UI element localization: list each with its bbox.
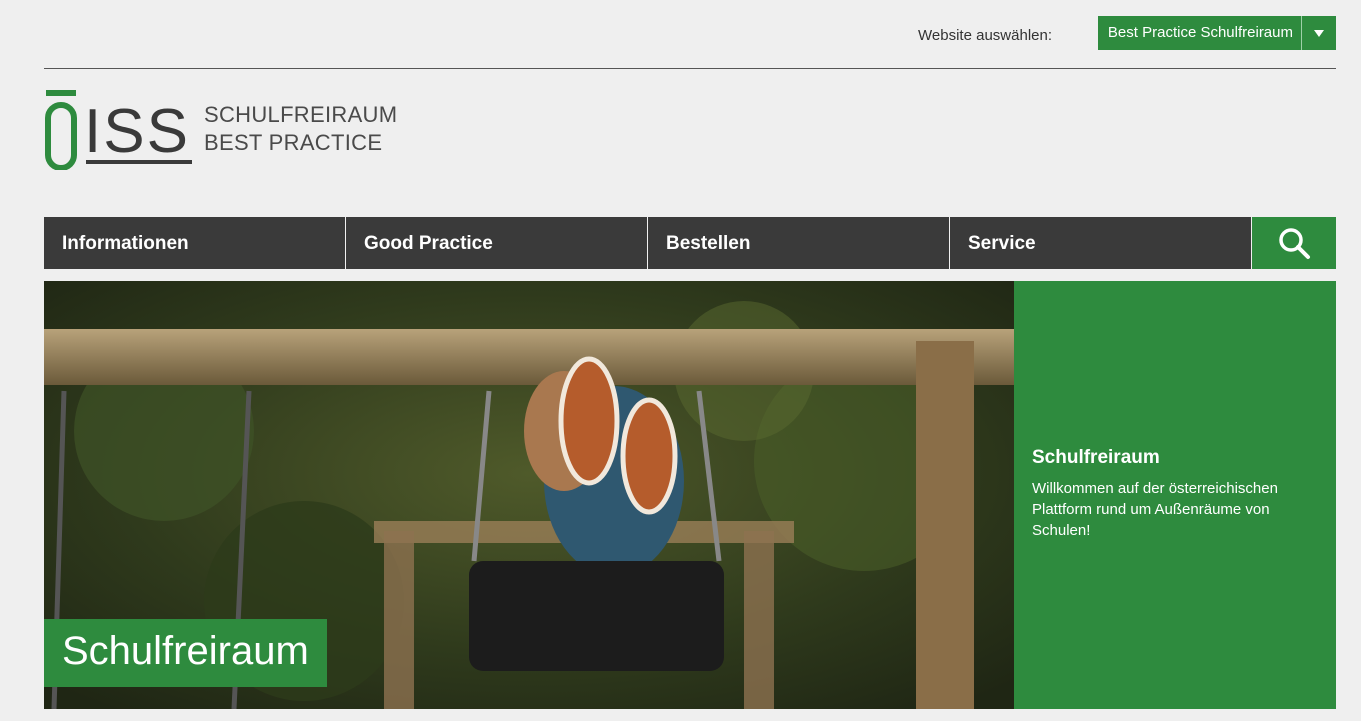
website-select[interactable]: Best Practice Schulfreiraum (1097, 16, 1336, 50)
nav-item-service[interactable]: Service (950, 217, 1252, 269)
search-button[interactable] (1252, 217, 1336, 269)
website-select-value[interactable]: Best Practice Schulfreiraum (1098, 16, 1302, 50)
logo-subtitle-1: SCHULFREIRAUM (204, 102, 398, 127)
hero-image: Schulfreiraum (44, 281, 1014, 709)
oiss-logo-mark: ISS (45, 90, 192, 170)
logo-subtitle-2: BEST PRACTICE (204, 130, 383, 155)
search-icon[interactable] (1277, 226, 1311, 260)
intro-panel: Schulfreiraum Willkommen auf der österre… (1014, 281, 1336, 709)
nav-item-good-practice[interactable]: Good Practice (346, 217, 648, 269)
svg-text:ISS: ISS (84, 97, 190, 166)
nav-item-bestellen[interactable]: Bestellen (648, 217, 950, 269)
intro-text: Willkommen auf der österreichischen Plat… (1032, 480, 1278, 539)
intro-title: Schulfreiraum (1032, 447, 1160, 468)
hero-title: Schulfreiraum (44, 619, 327, 687)
chevron-down-icon[interactable] (1302, 16, 1336, 50)
top-bar: Website auswählen: Best Practice Schulfr… (44, 0, 1336, 69)
site-logo[interactable]: ISS SCHULFREIRAUM BEST PRACTICE (44, 88, 424, 170)
nav-item-informationen[interactable]: Informationen (44, 217, 346, 269)
main-navigation: Informationen Good Practice Bestellen Se… (44, 217, 1336, 269)
website-select-label: Website auswählen: (918, 27, 1052, 44)
